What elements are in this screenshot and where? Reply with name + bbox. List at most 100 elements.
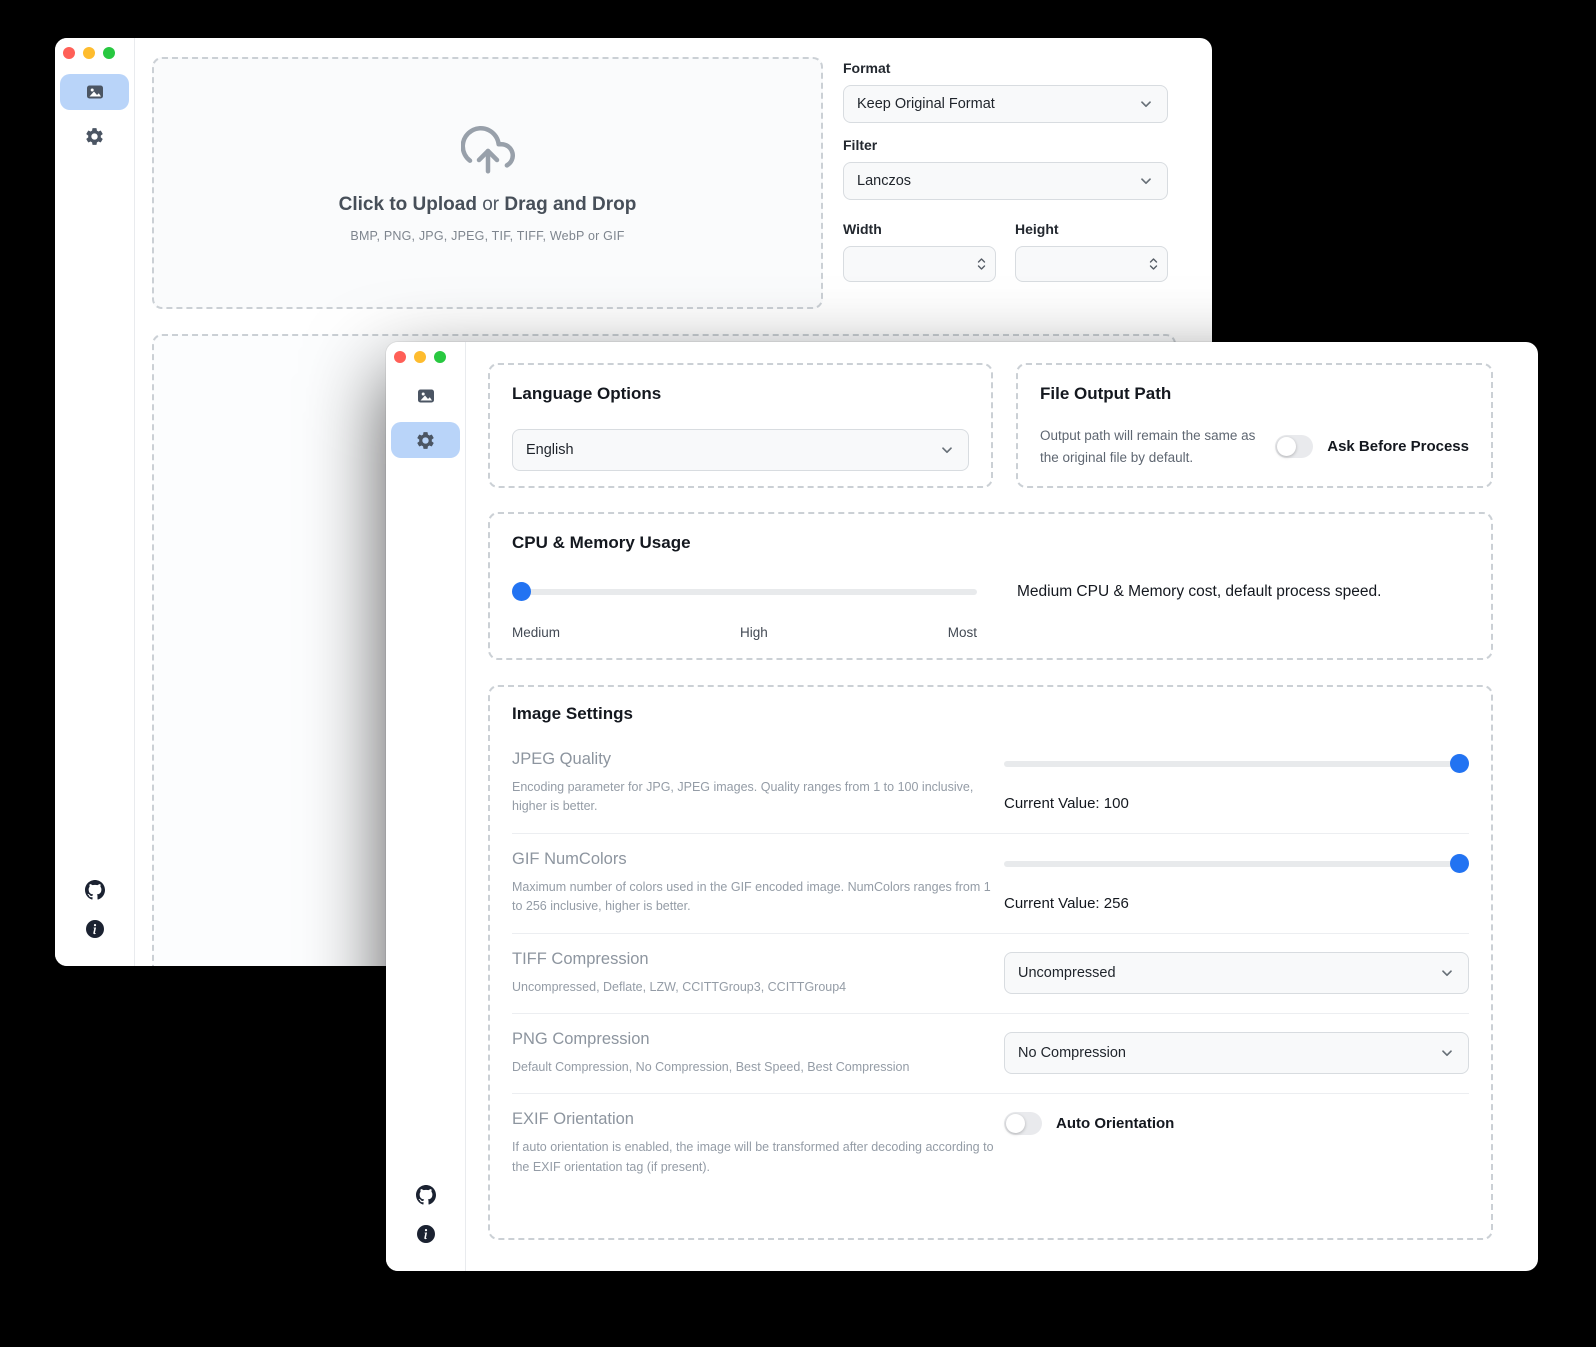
filter-label: Filter: [843, 137, 1168, 153]
setting-description: Uncompressed, Deflate, LZW, CCITTGroup3,…: [512, 978, 999, 997]
jpeg-quality-row: JPEG Quality Encoding parameter for JPG,…: [512, 734, 1469, 833]
image-icon: [416, 386, 436, 406]
output-path-description: Output path will remain the same as the …: [1040, 425, 1275, 468]
png-compression-row: PNG Compression Default Compression, No …: [512, 1013, 1469, 1093]
chevron-down-icon: [1138, 96, 1154, 112]
auto-orientation-label: Auto Orientation: [1056, 1115, 1174, 1132]
stepper-icon[interactable]: [1148, 256, 1159, 272]
cpu-memory-slider[interactable]: [512, 582, 977, 602]
filter-select-value: Lanczos: [857, 173, 911, 189]
file-output-path-section: File Output Path Output path will remain…: [1016, 363, 1493, 488]
tiff-compression-row: TIFF Compression Uncompressed, Deflate, …: [512, 933, 1469, 1013]
info-button[interactable]: [86, 920, 104, 938]
setting-description: Encoding parameter for JPG, JPEG images.…: [512, 778, 999, 817]
chevron-down-icon: [1439, 965, 1455, 981]
width-field: [843, 246, 996, 282]
section-title: File Output Path: [1040, 384, 1469, 404]
jpeg-quality-current-value: Current Value: 100: [1004, 795, 1469, 812]
tiff-compression-value: Uncompressed: [1018, 965, 1116, 981]
sidebar: [386, 342, 466, 1271]
toggle-knob: [1277, 437, 1296, 456]
png-compression-select[interactable]: No Compression: [1004, 1032, 1469, 1074]
gear-icon: [415, 430, 436, 451]
setting-description: Default Compression, No Compression, Bes…: [512, 1058, 999, 1077]
stepper-icon[interactable]: [976, 256, 987, 272]
slider-track: [1004, 861, 1469, 867]
slider-track: [1004, 761, 1469, 767]
tiff-compression-select[interactable]: Uncompressed: [1004, 952, 1469, 994]
tick-label-medium: Medium: [512, 625, 560, 640]
setting-name: EXIF Orientation: [512, 1110, 999, 1129]
setting-name: GIF NumColors: [512, 850, 999, 869]
tick-label-high: High: [740, 625, 768, 640]
cloud-upload-icon: [461, 124, 515, 178]
sidebar-item-settings[interactable]: [60, 118, 129, 154]
desktop: { "colors": { "accent_blue": "#2273f2", …: [0, 0, 1596, 1347]
settings-window: Language Options English File Output Pat…: [386, 342, 1538, 1271]
width-input[interactable]: [856, 256, 971, 272]
slider-track: [512, 589, 977, 595]
sidebar-item-images[interactable]: [60, 74, 129, 110]
upload-title: Click to Upload or Drag and Drop: [339, 194, 637, 216]
setting-name: PNG Compression: [512, 1030, 999, 1049]
toggle-knob: [1006, 1114, 1025, 1133]
setting-name: TIFF Compression: [512, 950, 999, 969]
gear-icon: [84, 126, 105, 147]
section-title: Language Options: [512, 384, 969, 404]
sidebar-footer: [58, 880, 131, 938]
height-label: Height: [1015, 221, 1168, 237]
upload-title-or: or: [477, 194, 504, 215]
dimensions-row: Width Height: [843, 213, 1168, 282]
sidebar-item-settings[interactable]: [391, 422, 460, 458]
format-select-value: Keep Original Format: [857, 96, 995, 112]
minimize-button[interactable]: [414, 351, 426, 363]
height-field: [1015, 246, 1168, 282]
slider-thumb[interactable]: [512, 582, 531, 601]
filter-select[interactable]: Lanczos: [843, 162, 1168, 200]
tick-label-most: Most: [948, 625, 977, 640]
language-select[interactable]: English: [512, 429, 969, 471]
gif-numcolors-row: GIF NumColors Maximum number of colors u…: [512, 833, 1469, 933]
png-compression-value: No Compression: [1018, 1045, 1126, 1061]
chevron-down-icon: [1439, 1045, 1455, 1061]
gif-numcolors-slider[interactable]: [1004, 854, 1469, 874]
cpu-memory-section: CPU & Memory Usage Medium High Most Medi…: [488, 512, 1493, 660]
github-button[interactable]: [416, 1185, 436, 1205]
image-settings-section: Image Settings JPEG Quality Encoding par…: [488, 685, 1493, 1240]
ask-before-process-label: Ask Before Process: [1327, 438, 1469, 455]
sidebar-footer: [389, 1185, 462, 1243]
format-panel: Format Keep Original Format Filter Lancz…: [843, 52, 1168, 282]
height-input[interactable]: [1028, 256, 1143, 272]
format-select[interactable]: Keep Original Format: [843, 85, 1168, 123]
chevron-down-icon: [939, 442, 955, 458]
sidebar-item-images[interactable]: [391, 378, 460, 414]
info-button[interactable]: [417, 1225, 435, 1243]
section-title: Image Settings: [512, 704, 1469, 724]
jpeg-quality-slider[interactable]: [1004, 754, 1469, 774]
zoom-button[interactable]: [103, 47, 115, 59]
ask-before-process-toggle[interactable]: [1275, 435, 1313, 458]
format-label: Format: [843, 60, 1168, 76]
chevron-down-icon: [1138, 173, 1154, 189]
minimize-button[interactable]: [83, 47, 95, 59]
zoom-button[interactable]: [434, 351, 446, 363]
width-label: Width: [843, 221, 996, 237]
auto-orientation-toggle[interactable]: [1004, 1112, 1042, 1135]
gif-numcolors-current-value: Current Value: 256: [1004, 895, 1469, 912]
close-button[interactable]: [63, 47, 75, 59]
slider-thumb[interactable]: [1450, 854, 1469, 873]
window-controls: [394, 351, 446, 363]
cpu-slider-ticks: Medium High Most: [512, 625, 977, 640]
image-icon: [85, 82, 105, 102]
upload-title-drag: Drag and Drop: [504, 194, 636, 215]
github-icon: [85, 880, 105, 900]
setting-name: JPEG Quality: [512, 750, 999, 769]
github-button[interactable]: [85, 880, 105, 900]
upload-dropzone[interactable]: Click to Upload or Drag and Drop BMP, PN…: [152, 57, 823, 309]
section-title: CPU & Memory Usage: [512, 533, 1469, 553]
setting-description: Maximum number of colors used in the GIF…: [512, 878, 999, 917]
window-controls: [63, 47, 115, 59]
slider-thumb[interactable]: [1450, 754, 1469, 773]
close-button[interactable]: [394, 351, 406, 363]
upload-title-click: Click to Upload: [339, 194, 477, 215]
